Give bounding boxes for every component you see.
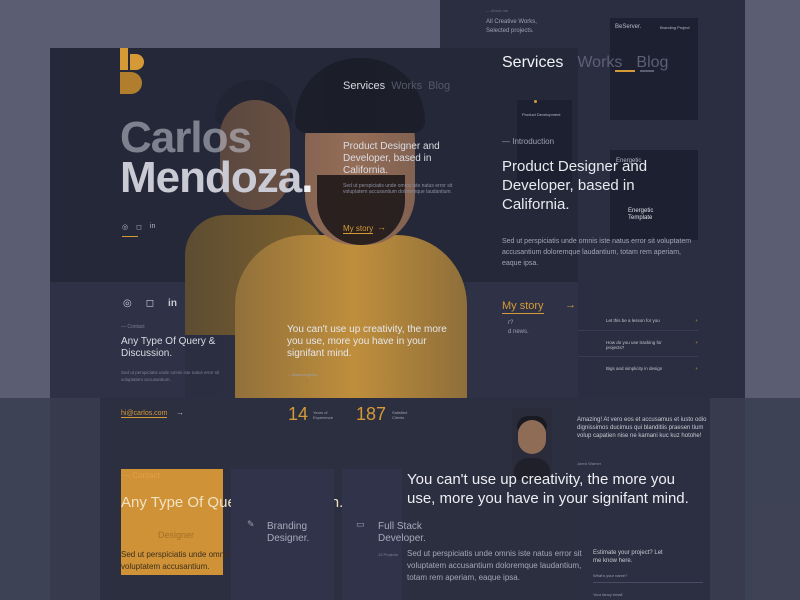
name-field[interactable]: What's your name? (593, 573, 627, 578)
side-tiny-text: r? d news. (508, 320, 529, 335)
accent-underline (122, 236, 138, 237)
nav-services[interactable]: Services (502, 54, 563, 72)
hero-name: Carlos Mendoza. (120, 113, 313, 202)
faq-item[interactable]: How do you use tracking for projects? + (578, 340, 698, 350)
dribbble-icon[interactable]: ◎ (122, 223, 128, 231)
nav-works[interactable]: Works (577, 54, 622, 72)
right-nav: Services Works Blog (502, 54, 668, 72)
faq-item[interactable]: Bigs and simplicity in design + (578, 366, 698, 371)
service-card-branding[interactable]: ✎ Branding Designer. (231, 469, 334, 600)
intro-headline: Product Designer and Developer, based in… (502, 158, 648, 213)
stat-clients-value: 187 (356, 404, 387, 424)
divider (578, 330, 698, 331)
testimonial-author: Jared Warner (577, 461, 602, 466)
linkedin-icon[interactable]: in (150, 223, 155, 231)
quote-author: — Maya Angelou (287, 372, 318, 377)
dribbble-icon[interactable]: ◎ (123, 298, 132, 309)
faq-item[interactable]: Let this be a lesson for you + (578, 318, 698, 323)
plus-icon[interactable]: + (695, 318, 698, 323)
hero-intro: Product Designer and Developer, based in… (343, 141, 440, 176)
divider (593, 582, 703, 583)
linkedin-icon[interactable]: in (168, 298, 177, 309)
right-works-text: All Creative Works, Selected projects. (486, 19, 537, 34)
stat-years-value: 14 (288, 404, 309, 424)
pen-icon: ✎ (247, 519, 255, 529)
plus-icon[interactable]: + (695, 366, 698, 371)
ghost-text: Designer (158, 530, 195, 540)
stat-clients-label: Satisfied Clients (392, 410, 408, 420)
email-link[interactable]: hi@carlos.com (121, 410, 168, 418)
contact-label: — Contact (122, 471, 160, 480)
contact-label: — Contact (121, 324, 145, 330)
intro-label: — Introduction (502, 137, 555, 146)
contact-subtext: Sed ut perspiciatis unde omnis iste natu… (121, 370, 220, 382)
testimonial-text: Amazing! At vero eos et accusamus et ius… (577, 417, 707, 439)
hero-intro-sub: Sed ut perspiciatis unde omnis iste natu… (343, 183, 453, 195)
quote-text: You can't use up creativity, the more yo… (287, 324, 447, 359)
arrow-right-icon[interactable]: → (377, 222, 386, 232)
estimate-cta: Estimate your project? Let me know here. (593, 550, 663, 564)
my-story-link[interactable]: My story (502, 300, 544, 314)
hero-nav: Services Works Blog (343, 80, 450, 92)
email-field[interactable]: Your fancy email (593, 592, 622, 597)
brand-logo[interactable] (120, 48, 160, 94)
service-card-fullstack[interactable]: ▭ Full Stack Developer. 12 Projects (342, 469, 426, 600)
nav-blog[interactable]: Blog (636, 54, 668, 72)
stat-years-label: Years of Experience (313, 410, 334, 420)
arrow-right-icon[interactable]: → (565, 299, 576, 311)
nav-works[interactable]: Works (391, 80, 422, 92)
nav-services[interactable]: Services (343, 80, 385, 92)
nav-blog[interactable]: Blog (428, 80, 450, 92)
right-tiny-label: — About me (486, 8, 509, 13)
hero-social-links: ◎ ◻ in (122, 223, 155, 231)
nav-active-dot (534, 100, 537, 103)
divider (578, 356, 698, 357)
instagram-icon[interactable]: ◻ (146, 298, 154, 309)
monitor-icon: ▭ (356, 519, 365, 529)
social-links: ◎ ◻ in (123, 298, 177, 309)
contact-headline: Any Type Of Query & Discussion. (121, 336, 216, 359)
intro-body: Sed ut perspiciatis unde omnis iste natu… (502, 238, 692, 267)
quote-big-text: You can't use up creativity, the more yo… (407, 471, 689, 507)
instagram-icon[interactable]: ◻ (136, 223, 142, 231)
quote-big-subtext: Sed ut perspiciatis unde omnis iste natu… (407, 549, 582, 582)
hero-story-link[interactable]: My story (343, 224, 374, 234)
plus-icon[interactable]: + (695, 340, 698, 350)
arrow-right-icon[interactable]: → (176, 408, 184, 417)
